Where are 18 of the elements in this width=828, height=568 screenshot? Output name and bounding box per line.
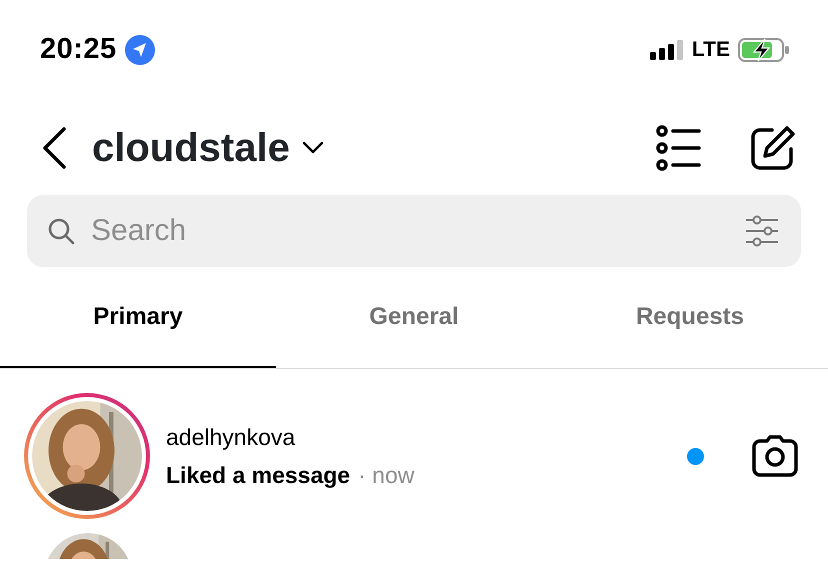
message-time: · now xyxy=(358,461,414,490)
caret-icon xyxy=(302,140,324,154)
tab[interactable]: Requests xyxy=(552,267,828,368)
signal-icon xyxy=(650,39,684,61)
list-button[interactable] xyxy=(656,124,702,170)
network-label: LTE xyxy=(692,37,730,64)
message-preview: Liked a message xyxy=(166,461,350,490)
tab[interactable]: General xyxy=(276,267,552,368)
search-field[interactable]: Search xyxy=(27,195,801,267)
search-icon xyxy=(47,217,75,245)
clock-time: 20:25 xyxy=(40,32,117,68)
filter-icon xyxy=(745,215,779,247)
compose-button[interactable] xyxy=(750,124,796,170)
account-switcher[interactable]: cloudstale xyxy=(92,128,324,168)
username: adelhynkova xyxy=(166,422,296,452)
back-button[interactable] xyxy=(40,126,68,170)
camera-button[interactable] xyxy=(752,435,798,477)
tab[interactable]: Primary xyxy=(0,267,276,368)
